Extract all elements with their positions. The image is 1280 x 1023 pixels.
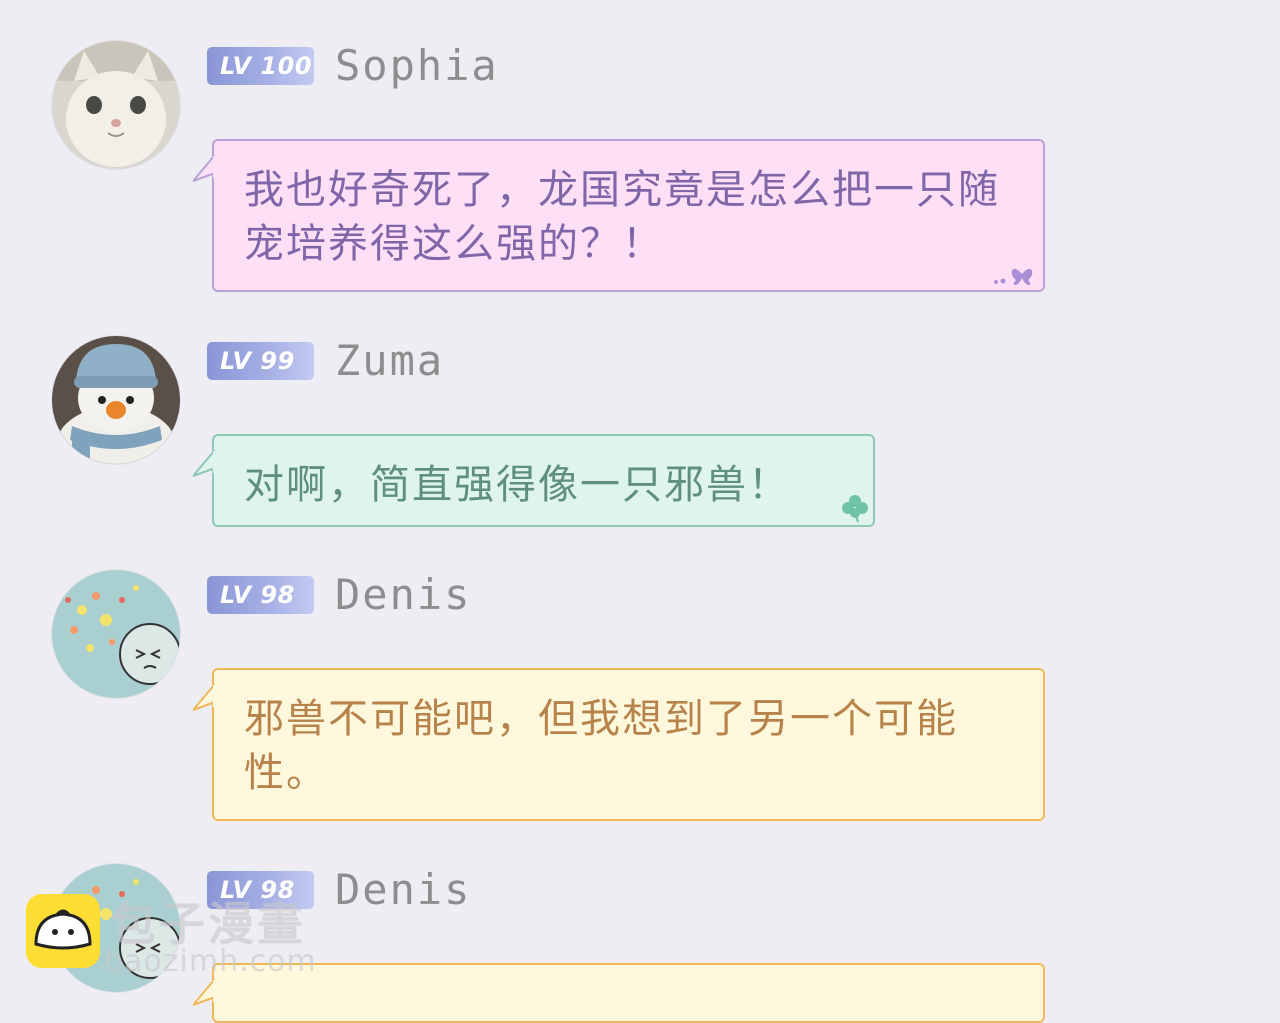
message-text: 邪兽不可能吧，但我想到了另一个可能性。 — [244, 696, 958, 796]
message-bubble[interactable] — [193, 963, 1045, 1023]
snowman-avatar-image — [52, 336, 180, 464]
message-text: 我也好奇死了，龙国究竟是怎么把一只随宠培养得这么强的？！ — [244, 167, 1000, 267]
level-badge: LV 98 — [207, 576, 314, 614]
bun-logo-icon — [26, 894, 100, 968]
username[interactable]: Zuma — [335, 338, 444, 384]
butterfly-icon — [994, 268, 1033, 285]
level-badge: LV 99 — [207, 342, 314, 380]
clover-icon — [842, 495, 868, 523]
username[interactable]: Denis — [335, 572, 471, 618]
message-text: 对啊，简直强得像一只邪兽！ — [244, 462, 790, 508]
bubble-tail — [193, 450, 215, 478]
message-bubble[interactable]: 邪兽不可能吧，但我想到了另一个可能性。 — [193, 668, 1045, 821]
cat-avatar[interactable] — [52, 41, 180, 169]
username[interactable]: Denis — [335, 867, 471, 913]
snowman-avatar[interactable] — [52, 336, 180, 464]
bubble-tail — [193, 155, 215, 183]
doodle-face-avatar[interactable] — [52, 570, 180, 698]
bubble-tail — [193, 979, 215, 1007]
message-bubble[interactable]: 我也好奇死了，龙国究竟是怎么把一只随宠培养得这么强的？！ — [193, 139, 1045, 292]
doodle-face-avatar-image — [52, 570, 180, 698]
cat-avatar-image — [52, 41, 180, 169]
bubble-tail — [193, 684, 215, 712]
username[interactable]: Sophia — [335, 43, 499, 89]
level-badge: LV 100 — [207, 47, 314, 85]
watermark-url: baozimh.com — [104, 944, 317, 979]
message-bubble[interactable]: 对啊，简直强得像一只邪兽！ — [193, 434, 875, 527]
